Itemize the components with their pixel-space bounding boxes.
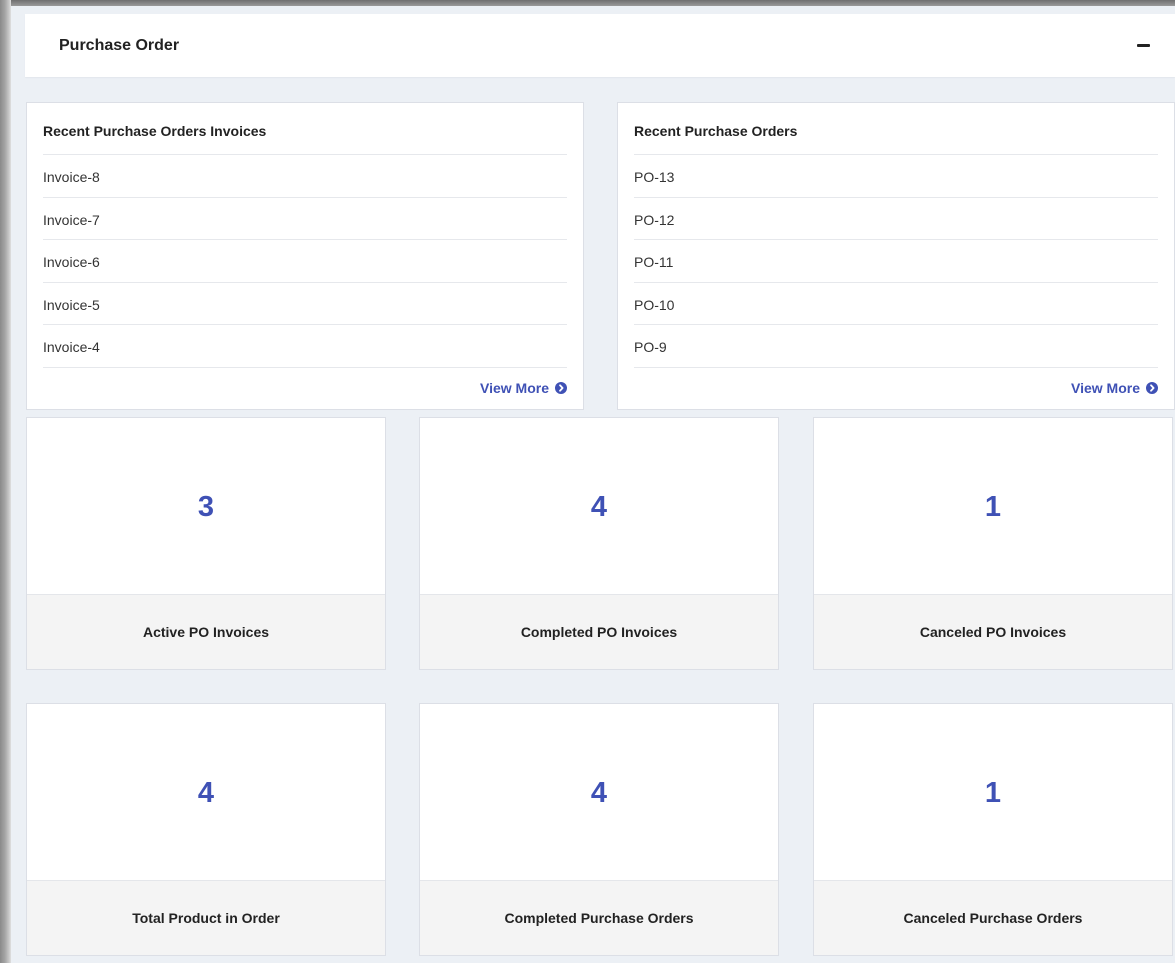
stat-value: 1 [984, 776, 1002, 809]
orders-view-more-link[interactable]: View More [1071, 380, 1158, 396]
invoice-list-item[interactable]: Invoice-5 [43, 283, 567, 325]
invoice-list-item[interactable]: Invoice-4 [43, 325, 567, 368]
invoice-list-item[interactable]: Invoice-8 [43, 155, 567, 198]
stat-card-completed-purchase-orders[interactable]: 4 Completed Purchase Orders [419, 703, 779, 956]
stat-label: Active PO Invoices [27, 594, 385, 669]
stat-value: 1 [984, 490, 1002, 523]
stat-card-completed-po-invoices[interactable]: 4 Completed PO Invoices [419, 417, 779, 670]
stat-label: Canceled PO Invoices [814, 594, 1172, 669]
invoices-view-more-link[interactable]: View More [480, 380, 567, 396]
stat-label: Canceled Purchase Orders [814, 880, 1172, 955]
stat-label: Completed PO Invoices [420, 594, 778, 669]
recent-invoices-title: Recent Purchase Orders Invoices [43, 103, 567, 155]
order-list-item[interactable]: PO-10 [634, 283, 1158, 325]
stat-label: Total Product in Order [27, 880, 385, 955]
stat-card-active-po-invoices[interactable]: 3 Active PO Invoices [26, 417, 386, 670]
order-list-item[interactable]: PO-13 [634, 155, 1158, 198]
order-list-item[interactable]: PO-9 [634, 325, 1158, 368]
panel-title: Purchase Order [59, 36, 180, 54]
stat-value: 4 [590, 776, 608, 809]
panel-header: Purchase Order [25, 14, 1175, 77]
invoice-list-item[interactable]: Invoice-7 [43, 198, 567, 240]
dashboard-canvas: Purchase Order Recent Purchase Orders In… [11, 6, 1175, 963]
stat-label: Completed Purchase Orders [420, 880, 778, 955]
stat-value: 3 [197, 490, 215, 523]
stat-card-total-product-in-order[interactable]: 4 Total Product in Order [26, 703, 386, 956]
stat-card-canceled-po-invoices[interactable]: 1 Canceled PO Invoices [813, 417, 1173, 670]
chevron-right-circle-icon [555, 382, 567, 394]
view-more-label: View More [480, 380, 549, 396]
order-list-item[interactable]: PO-11 [634, 240, 1158, 283]
recent-orders-title: Recent Purchase Orders [634, 103, 1158, 155]
window-frame-left [0, 0, 11, 963]
view-more-label: View More [1071, 380, 1140, 396]
chevron-right-circle-icon [1146, 382, 1158, 394]
invoice-list-item[interactable]: Invoice-6 [43, 240, 567, 283]
stat-card-canceled-purchase-orders[interactable]: 1 Canceled Purchase Orders [813, 703, 1173, 956]
collapse-minus-icon[interactable] [1135, 36, 1151, 56]
recent-invoices-card: Recent Purchase Orders Invoices Invoice-… [26, 102, 584, 410]
order-list-item[interactable]: PO-12 [634, 198, 1158, 240]
stat-value: 4 [590, 490, 608, 523]
recent-orders-card: Recent Purchase Orders PO-13 PO-12 PO-11… [617, 102, 1175, 410]
stat-value: 4 [197, 776, 215, 809]
